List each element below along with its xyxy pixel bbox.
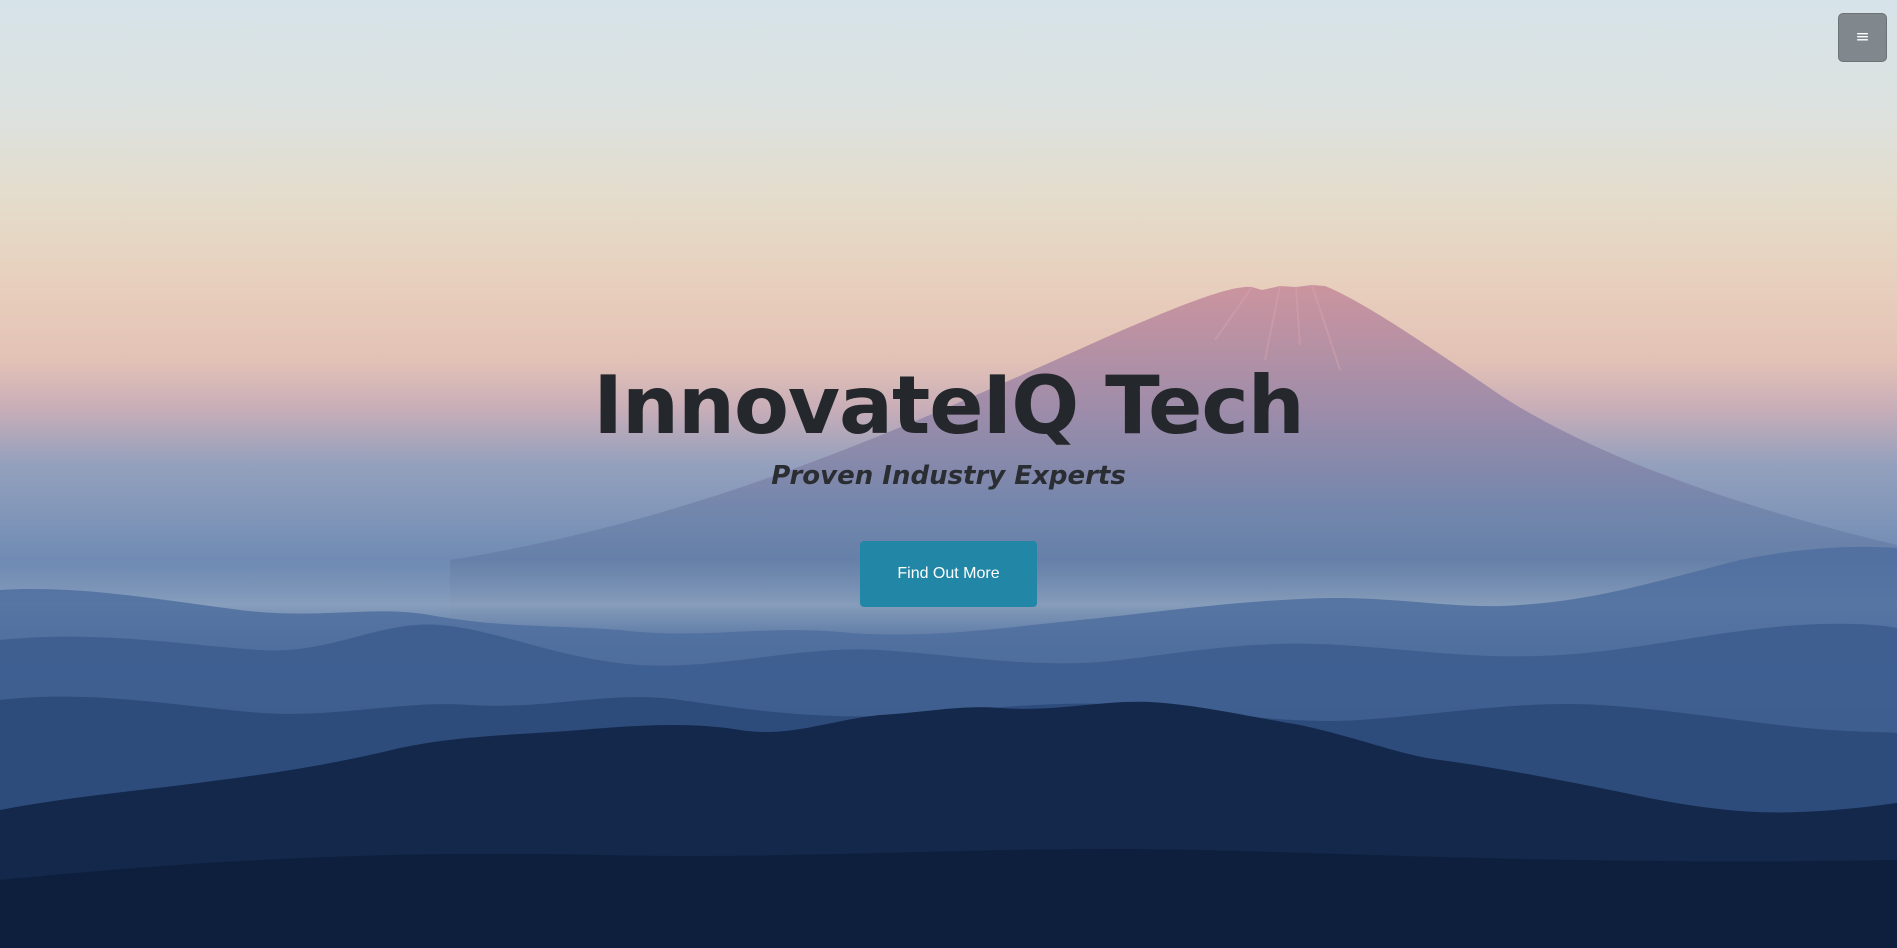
page-title: InnovateIQ Tech <box>593 359 1304 452</box>
hero-section: InnovateIQ Tech Proven Industry Experts … <box>0 0 1897 948</box>
page-subtitle: Proven Industry Experts <box>771 461 1126 491</box>
menu-toggle-button[interactable]: ≡ <box>1838 13 1887 62</box>
hero-content: InnovateIQ Tech Proven Industry Experts … <box>0 355 1897 607</box>
find-out-more-button[interactable]: Find Out More <box>860 541 1037 607</box>
hamburger-menu-icon: ≡ <box>1855 27 1870 47</box>
